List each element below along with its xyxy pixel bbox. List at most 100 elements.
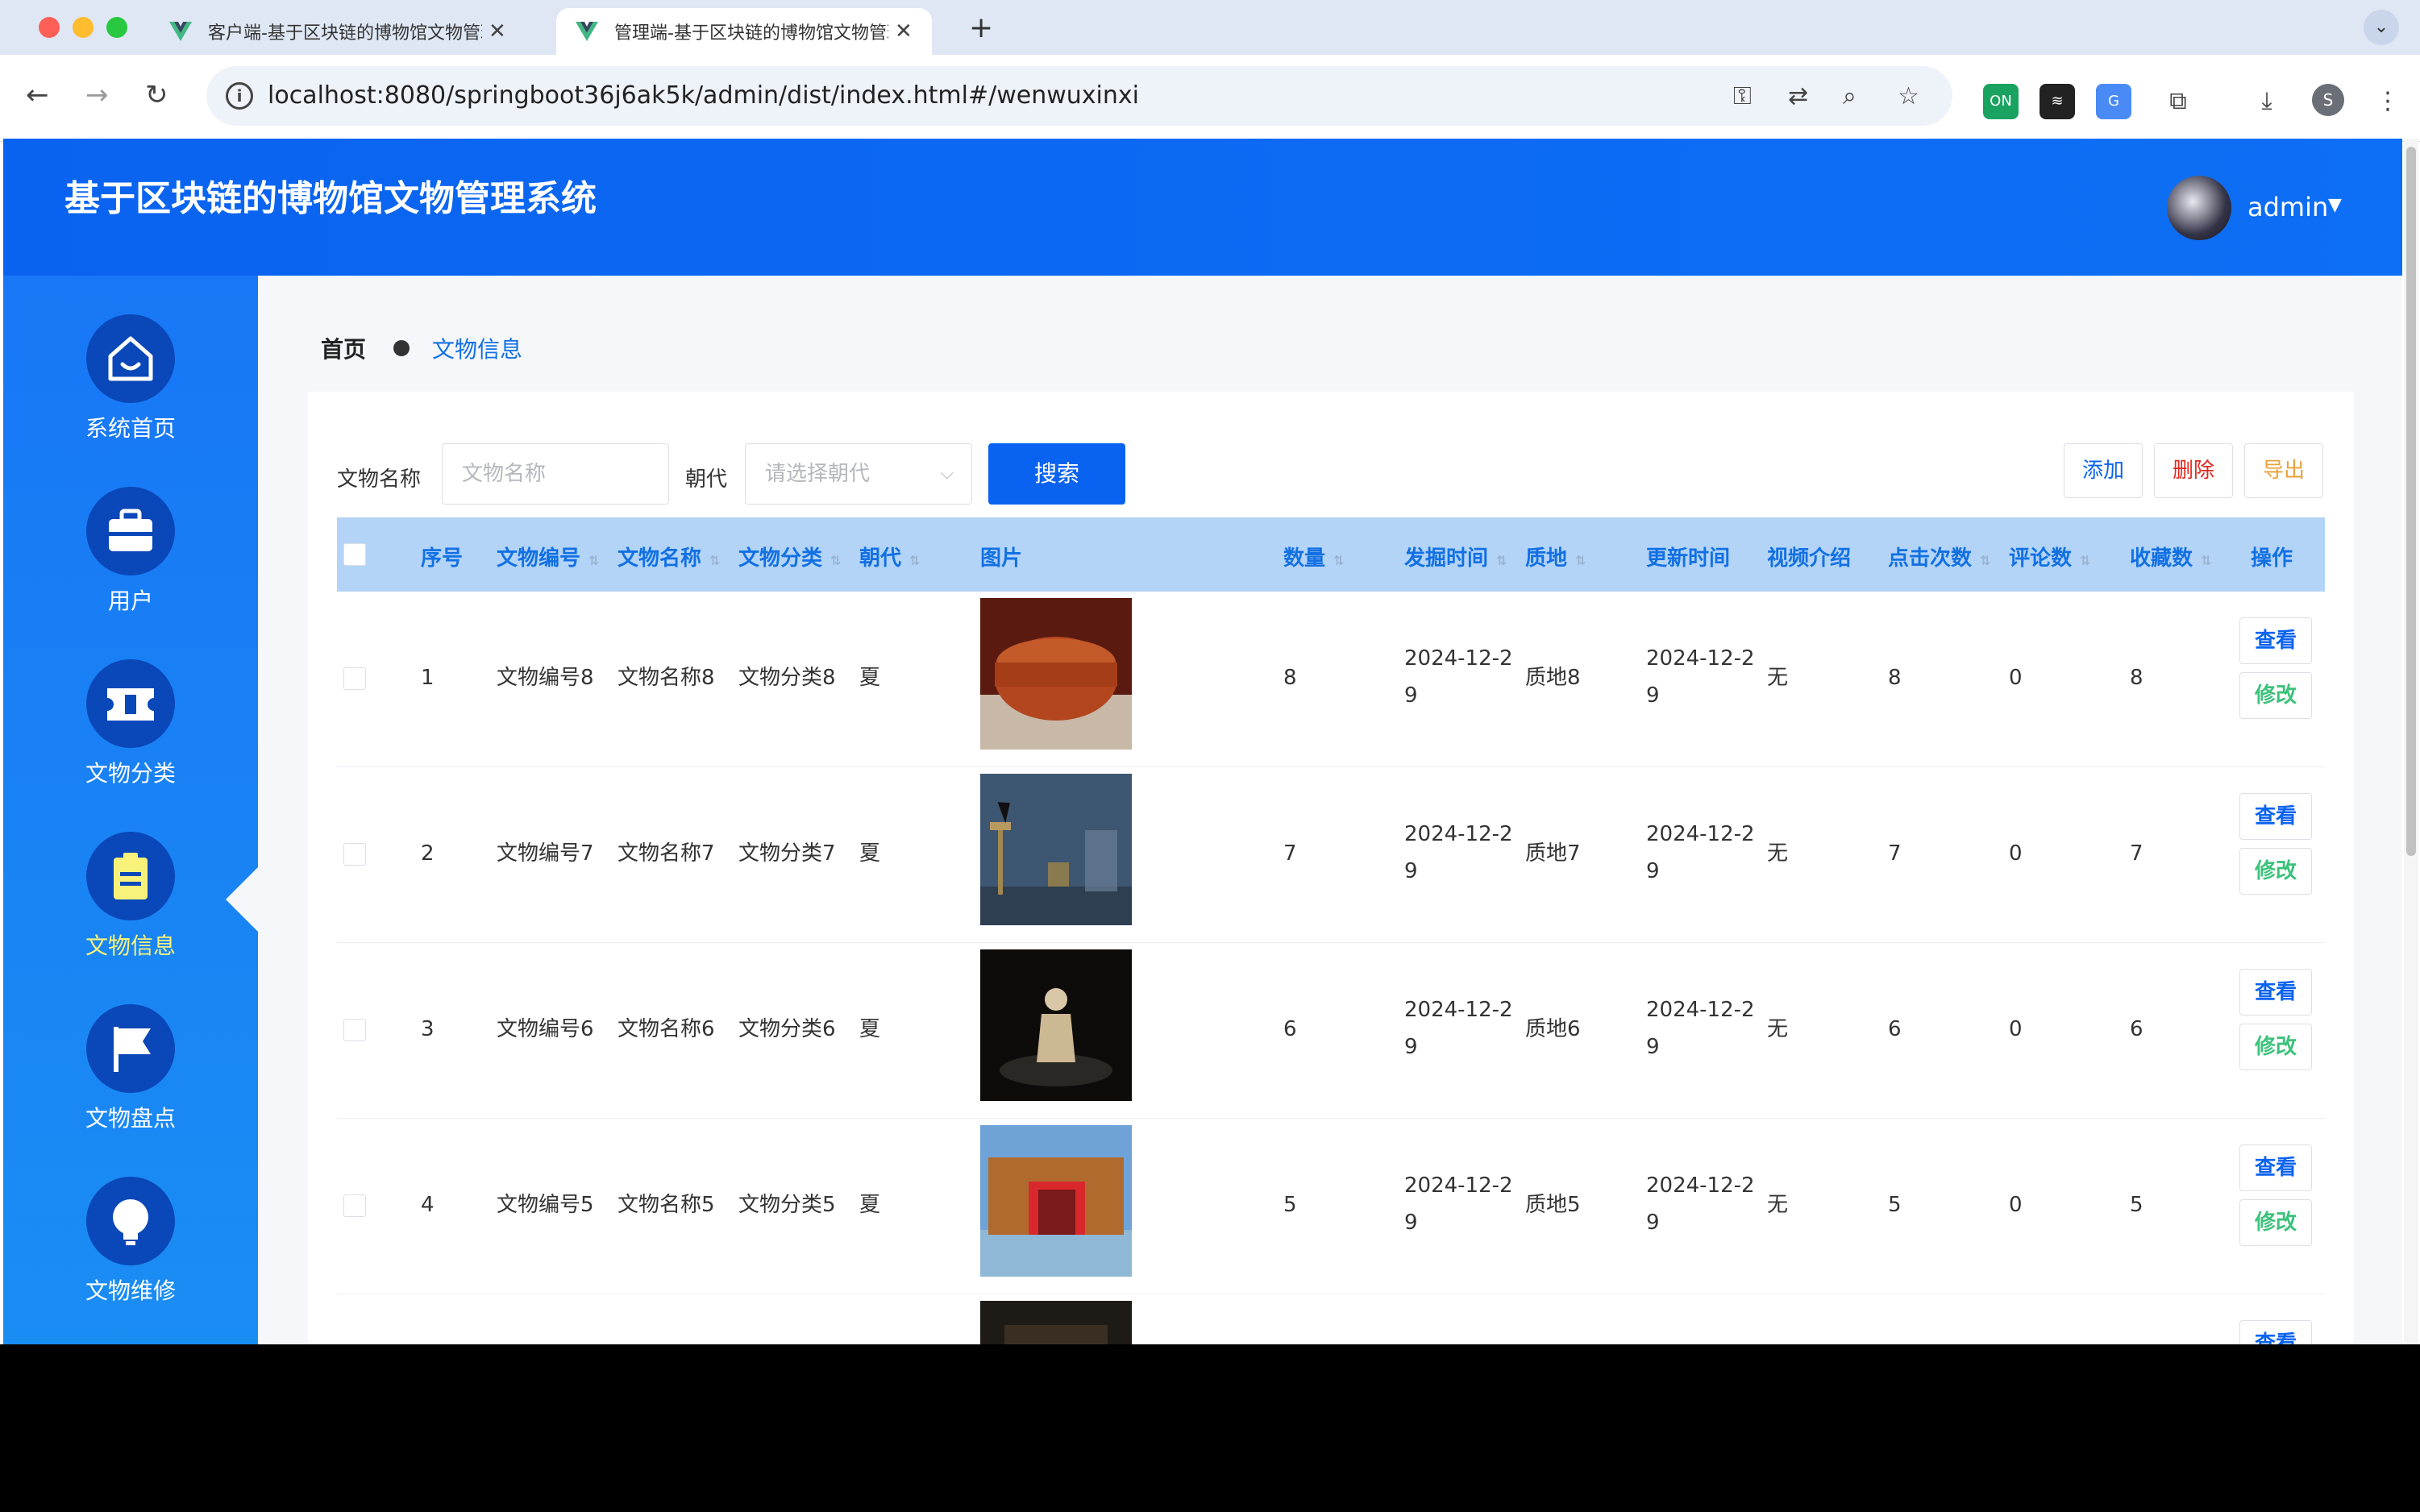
column-header-dynasty[interactable]: 朝代 ⇅ (859, 542, 920, 571)
reload-icon[interactable]: ↻ (145, 79, 168, 111)
cell-clicks: 8 (1888, 666, 1902, 690)
name-search-input[interactable]: 文物名称 (442, 443, 669, 505)
edit-button[interactable]: 修改 (2239, 1024, 2312, 1070)
view-button[interactable]: 查看 (2239, 617, 2312, 664)
sidebar-item-label: 用户 (107, 588, 153, 614)
sidebar-item-repair[interactable]: 文物维修 (3, 1138, 258, 1304)
cell-video: 无 (1767, 1193, 1789, 1217)
user-dropdown-caret-icon[interactable]: ▼ (2328, 195, 2342, 215)
select-all-checkbox[interactable] (343, 543, 366, 566)
url-text[interactable]: localhost:8080/springboot36j6ak5k/admin/… (268, 81, 1139, 110)
artifact-image-dark-hall[interactable] (980, 1301, 1132, 1344)
sidebar-item-users[interactable]: 用户 (3, 448, 258, 614)
cell-index: 1 (421, 666, 435, 690)
artifact-image-museum-building[interactable] (980, 1125, 1132, 1277)
extension-on-icon[interactable]: ON (1983, 84, 2019, 119)
chevron-down-icon: ⌵ (940, 463, 954, 484)
minimize-window-button[interactable] (73, 17, 94, 38)
column-header-category[interactable]: 文物分类 ⇅ (738, 542, 841, 571)
data-panel: 文物名称 文物名称 朝代 请选择朝代 ⌵ 搜索 添加 删除 导出 序号 文物编号… (308, 392, 2354, 1344)
close-window-button[interactable] (39, 17, 60, 38)
avatar[interactable] (2167, 176, 2231, 240)
browser-tab-admin[interactable]: 管理端-基于区块链的博物馆文物管理系统 ✕ (556, 8, 932, 55)
column-header-dig-time[interactable]: 发掘时间 ⇅ (1404, 542, 1507, 571)
sort-icon: ⇅ (1575, 553, 1586, 568)
extension-chart-icon[interactable]: ≋ (2040, 84, 2075, 119)
browser-menu-icon[interactable]: ⋮ (2370, 84, 2405, 119)
edit-button[interactable]: 修改 (2239, 672, 2312, 719)
cell-code: 文物编号7 (497, 841, 594, 866)
close-tab-icon[interactable]: ✕ (489, 19, 506, 44)
column-header-clicks[interactable]: 点击次数 ⇅ (1888, 542, 1990, 571)
view-button[interactable]: 查看 (2239, 793, 2312, 840)
new-tab-button[interactable]: + (969, 11, 993, 44)
export-button[interactable]: 导出 (2244, 443, 2323, 498)
sort-icon: ⇅ (1333, 553, 1345, 568)
cell-quantity: 5 (1283, 1193, 1297, 1217)
row-checkbox[interactable] (343, 843, 366, 866)
sidebar-item-home[interactable]: 系统首页 (3, 276, 258, 442)
dynasty-select[interactable]: 请选择朝代 ⌵ (745, 443, 972, 505)
profile-avatar[interactable]: S (2312, 84, 2344, 116)
cell-material: 质地5 (1525, 1193, 1581, 1217)
artifact-image-lacquer-box[interactable] (980, 598, 1132, 750)
cell-dig-time: 2024-12-2 9 (1404, 822, 1513, 883)
app-title: 基于区块链的博物馆文物管理系统 (64, 178, 597, 219)
download-icon[interactable]: ⤓ (2249, 84, 2285, 119)
cell-update-time: 2024-12-2 9 (1646, 822, 1755, 883)
add-button[interactable]: 添加 (2064, 443, 2143, 498)
column-header-material[interactable]: 质地 ⇅ (1525, 542, 1586, 571)
column-header-favorites[interactable]: 收藏数 ⇅ (2130, 542, 2211, 571)
artifact-image-museum-gallery[interactable] (980, 774, 1132, 925)
delete-button[interactable]: 删除 (2154, 443, 2233, 498)
view-button[interactable]: 查看 (2239, 969, 2312, 1016)
flag-icon (86, 1004, 175, 1093)
sidebar-item-category[interactable]: 文物分类 (3, 621, 258, 787)
cell-dig-time: 2024-12-2 9 (1404, 1173, 1513, 1235)
row-checkbox[interactable] (343, 1019, 366, 1041)
table-header: 序号 文物编号 ⇅ 文物名称 ⇅ 文物分类 ⇅ 朝代 ⇅ 图片 数量 ⇅ 发掘时间 ⇅ 质地… (337, 517, 2325, 592)
browser-window: 客户端-基于区块链的博物馆文物管理系统 ✕ 管理端-基于区块链的博物馆文物管理系… (0, 0, 2420, 1344)
row-checkbox[interactable] (343, 667, 366, 690)
breadcrumb-home[interactable]: 首页 (321, 332, 366, 364)
close-tab-icon[interactable]: ✕ (895, 19, 913, 44)
cell-update-time: 2024-12-2 9 (1646, 998, 1755, 1059)
column-header-comments[interactable]: 评论数 ⇅ (2009, 542, 2090, 571)
search-button[interactable]: 搜索 (988, 443, 1125, 505)
cell-favorites: 7 (2130, 841, 2143, 866)
edit-button[interactable]: 修改 (2239, 848, 2312, 895)
column-header-quantity[interactable]: 数量 ⇅ (1283, 542, 1344, 571)
sidebar-item-artifact-info[interactable]: 文物信息 (3, 793, 258, 959)
view-button[interactable]: 查看 (2239, 1144, 2312, 1191)
cell-video: 无 (1767, 1017, 1789, 1041)
view-button[interactable]: 查看 (2239, 1320, 2312, 1344)
forward-icon[interactable]: → (85, 79, 109, 111)
browser-tab-client[interactable]: 客户端-基于区块链的博物馆文物管理系统 ✕ (150, 8, 526, 55)
page-scrollbar[interactable] (2404, 139, 2418, 1344)
site-info-icon[interactable]: i (226, 82, 253, 110)
google-translate-icon[interactable]: G (2096, 84, 2131, 119)
zoom-icon[interactable]: ⌕ (1843, 82, 1857, 110)
cell-name: 文物名称6 (617, 1017, 715, 1041)
edit-button[interactable]: 修改 (2239, 1199, 2312, 1246)
column-header-image: 图片 (980, 546, 1023, 571)
sidebar-item-inventory[interactable]: 文物盘点 (3, 966, 258, 1132)
tab-search-button[interactable]: ⌄ (2364, 10, 2399, 45)
column-header-code[interactable]: 文物编号 ⇅ (497, 542, 599, 571)
cell-category: 文物分类5 (738, 1193, 836, 1217)
password-key-icon[interactable]: ⚿ (1733, 82, 1752, 110)
sort-icon: ⇅ (1980, 553, 1991, 568)
address-bar[interactable]: i localhost:8080/springboot36j6ak5k/admi… (206, 66, 1952, 126)
username[interactable]: admin (2247, 192, 2328, 222)
cell-dynasty: 夏 (859, 841, 881, 866)
column-header-name[interactable]: 文物名称 ⇅ (617, 542, 720, 571)
row-checkbox[interactable] (343, 1194, 366, 1217)
extensions-puzzle-icon[interactable]: ⧉ (2160, 84, 2196, 119)
maximize-window-button[interactable] (106, 17, 127, 38)
back-icon[interactable]: ← (26, 79, 49, 111)
bookmark-star-icon[interactable]: ☆ (1898, 82, 1919, 110)
translate-icon[interactable]: ⇄ (1788, 82, 1808, 110)
cell-dynasty: 夏 (859, 1193, 881, 1217)
scrollbar-thumb[interactable] (2406, 147, 2416, 856)
artifact-image-figurine[interactable] (980, 949, 1132, 1101)
